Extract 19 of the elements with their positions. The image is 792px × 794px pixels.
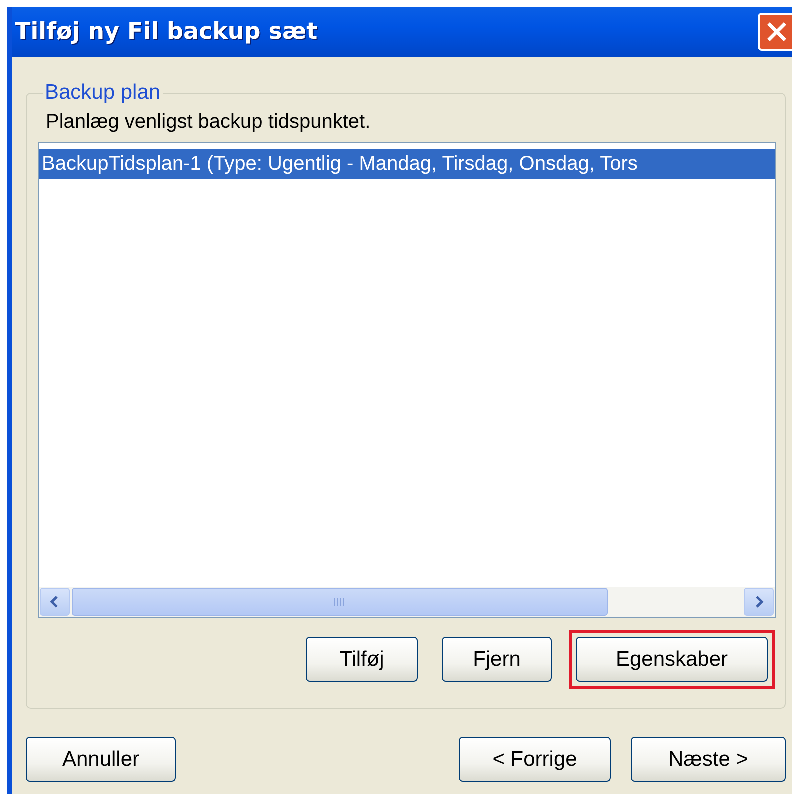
action-button[interactable]: Tilføj <box>306 637 418 682</box>
next-button[interactable]: Næste > <box>631 737 786 782</box>
scroll-left-button[interactable] <box>40 588 70 616</box>
instruction-text: Planlæg venligst backup tidspunktet. <box>46 111 372 134</box>
cancel-button[interactable]: Annuller <box>26 737 176 782</box>
horizontal-scrollbar[interactable] <box>39 587 775 617</box>
action-button[interactable]: Fjern <box>442 637 552 682</box>
scroll-right-button[interactable] <box>744 588 774 616</box>
chevron-left-icon <box>50 596 60 608</box>
action-button[interactable]: Egenskaber <box>576 637 768 682</box>
group-legend: Backup plan <box>43 81 163 105</box>
back-button[interactable]: < Forrige <box>459 737 611 782</box>
scroll-thumb[interactable] <box>72 588 608 616</box>
close-icon <box>766 21 788 43</box>
close-button[interactable] <box>758 13 792 51</box>
schedule-row[interactable]: BackupTidsplan-1 (Type: Ugentlig - Mandag, Tirsdag, Onsdag, Tors <box>39 149 775 179</box>
chevron-right-icon <box>754 596 764 608</box>
window-title: Tilføj ny Fil backup sæt <box>15 19 318 45</box>
grip-icon <box>334 597 346 607</box>
